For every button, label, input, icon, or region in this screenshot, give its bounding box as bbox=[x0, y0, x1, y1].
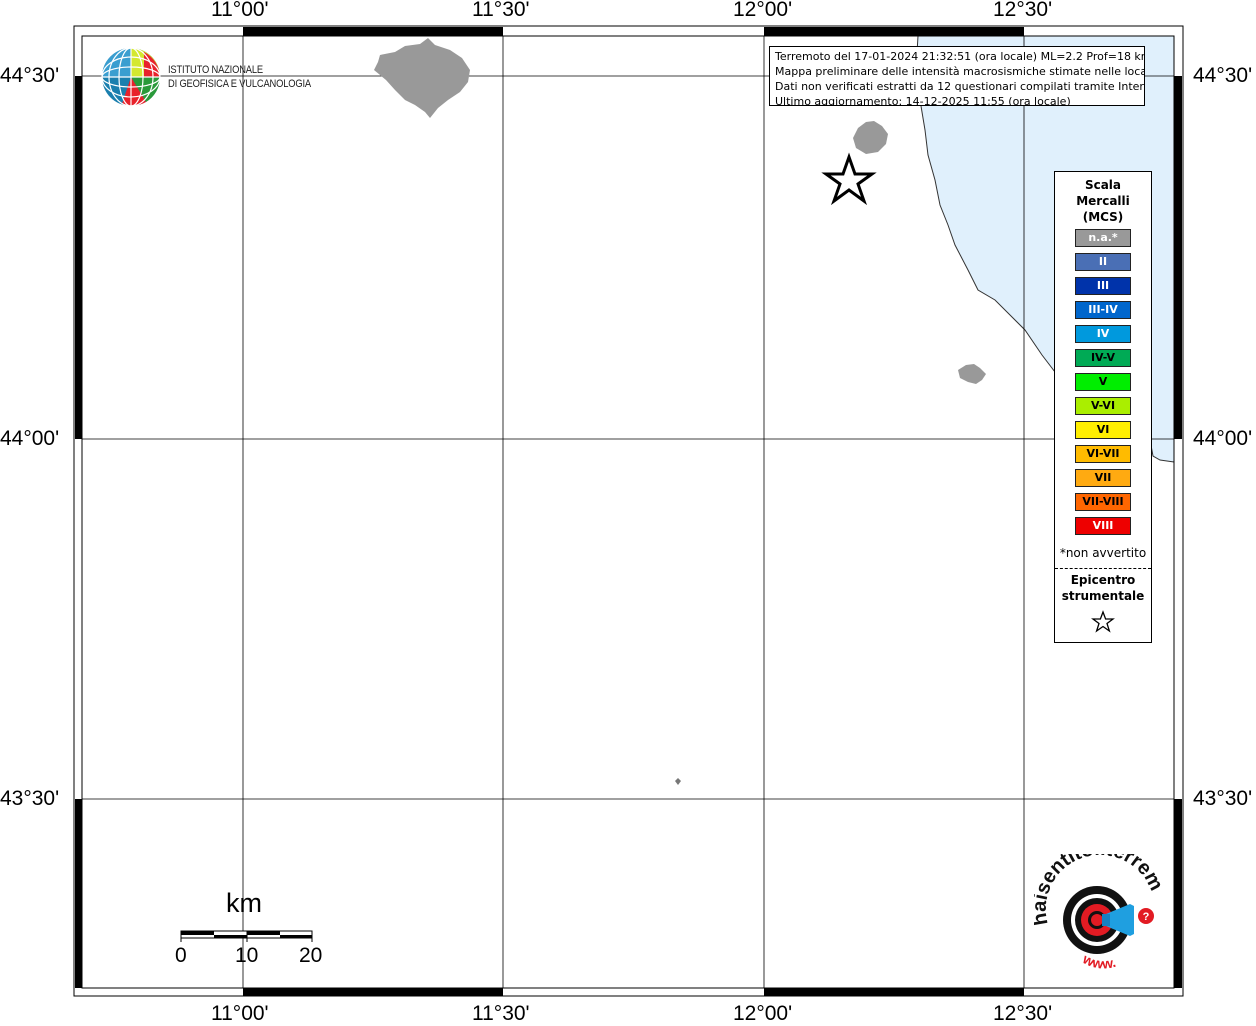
axis-label-top-1100: 11°00' bbox=[211, 0, 269, 21]
ingv-logo bbox=[100, 46, 164, 115]
axis-label-top-1230: 12°30' bbox=[993, 0, 1053, 21]
axis-label-bottom-1100: 11°00' bbox=[211, 1002, 269, 1025]
city-area-northwest bbox=[374, 38, 470, 118]
legend-swatch-ii: II bbox=[1075, 253, 1131, 271]
legend-swatch-viii: VIII bbox=[1075, 517, 1131, 535]
ingv-name-line1: ISTITUTO NAZIONALE bbox=[168, 64, 263, 76]
event-info-line1: Terremoto del 17-01-2024 21:32:51 (ora l… bbox=[775, 50, 1145, 63]
axis-label-top-1130: 11°30' bbox=[472, 0, 530, 21]
axis-label-right-4430: 44°30' bbox=[1193, 64, 1253, 87]
axis-label-bottom-1200: 12°00' bbox=[733, 1002, 793, 1025]
legend-swatch-vi: VI bbox=[1075, 421, 1131, 439]
event-info-line3: Dati non verificati estratti da 12 quest… bbox=[775, 80, 1145, 93]
legend-epicenter-line1: Epicentro bbox=[1070, 573, 1136, 587]
haisentitoilterremoto-logo[interactable]: ? haisentitoilterremoto.it www. bbox=[1028, 837, 1167, 983]
city-area-north bbox=[853, 121, 888, 154]
axis-label-top-1200: 12°00' bbox=[733, 0, 793, 21]
legend-epicenter-line2: strumentale bbox=[1061, 589, 1145, 603]
legend-title-2: Mercalli bbox=[1076, 194, 1130, 208]
event-info-line2: Mappa preliminare delle intensità macros… bbox=[775, 65, 1145, 78]
mcs-legend: Scala Mercalli (MCS) n.a.* II III III-IV IV I… bbox=[1054, 171, 1152, 643]
event-info-box: Terremoto del 17-01-2024 21:32:51 (ora l… bbox=[769, 46, 1145, 106]
ingv-globe-icon bbox=[101, 47, 161, 107]
megaphone-target-icon: ? bbox=[1063, 886, 1154, 954]
axis-label-left-4330: 43°30' bbox=[0, 787, 60, 810]
legend-note: *non avvertito bbox=[1059, 546, 1147, 560]
scale-bar bbox=[180, 930, 313, 942]
ingv-name-line2: DI GEOFISICA E VULCANOLOGIA bbox=[168, 78, 311, 90]
legend-swatch-n-a: n.a.* bbox=[1075, 229, 1131, 247]
axis-label-right-4400: 44°00' bbox=[1193, 427, 1253, 450]
legend-swatch-iii: III bbox=[1075, 277, 1131, 295]
legend-swatch-vi-vii: VI-VII bbox=[1075, 445, 1131, 463]
legend-swatch-vii: VII bbox=[1075, 469, 1131, 487]
legend-swatch-iv: IV bbox=[1075, 325, 1131, 343]
star-outline-icon bbox=[1091, 610, 1115, 633]
legend-divider bbox=[1055, 568, 1151, 569]
scale-tick-0: 0 bbox=[175, 944, 187, 967]
scale-tick-20: 20 bbox=[299, 944, 323, 967]
city-area-small bbox=[675, 778, 681, 785]
legend-swatch-v-vi: V-VI bbox=[1075, 397, 1131, 415]
scale-tick-10: 10 bbox=[235, 944, 259, 967]
legend-title-1: Scala bbox=[1084, 178, 1122, 192]
svg-text:?: ? bbox=[1143, 911, 1150, 923]
legend-swatch-iii-iv: III-IV bbox=[1075, 301, 1131, 319]
event-info-line4: Ultimo aggiornamento: 14-12-2025 11:55 (… bbox=[775, 95, 1071, 106]
axis-label-left-4430: 44°30' bbox=[0, 64, 60, 87]
epicenter-star-icon[interactable] bbox=[821, 152, 877, 206]
legend-swatch-v: V bbox=[1075, 373, 1131, 391]
city-area-east bbox=[958, 364, 986, 384]
legend-swatch-iv-v: IV-V bbox=[1075, 349, 1131, 367]
scale-unit-label: km bbox=[226, 888, 262, 918]
legend-epicenter-label: Epicentro strumentale bbox=[1055, 572, 1151, 604]
axis-label-bottom-1230: 12°30' bbox=[993, 1002, 1053, 1025]
axis-label-right-4330: 43°30' bbox=[1193, 787, 1253, 810]
legend-title-3: (MCS) bbox=[1082, 210, 1124, 224]
axis-label-left-4400: 44°00' bbox=[0, 427, 60, 450]
legend-swatch-vii-viii: VII-VIII bbox=[1075, 493, 1131, 511]
axis-label-bottom-1130: 11°30' bbox=[472, 1002, 530, 1025]
